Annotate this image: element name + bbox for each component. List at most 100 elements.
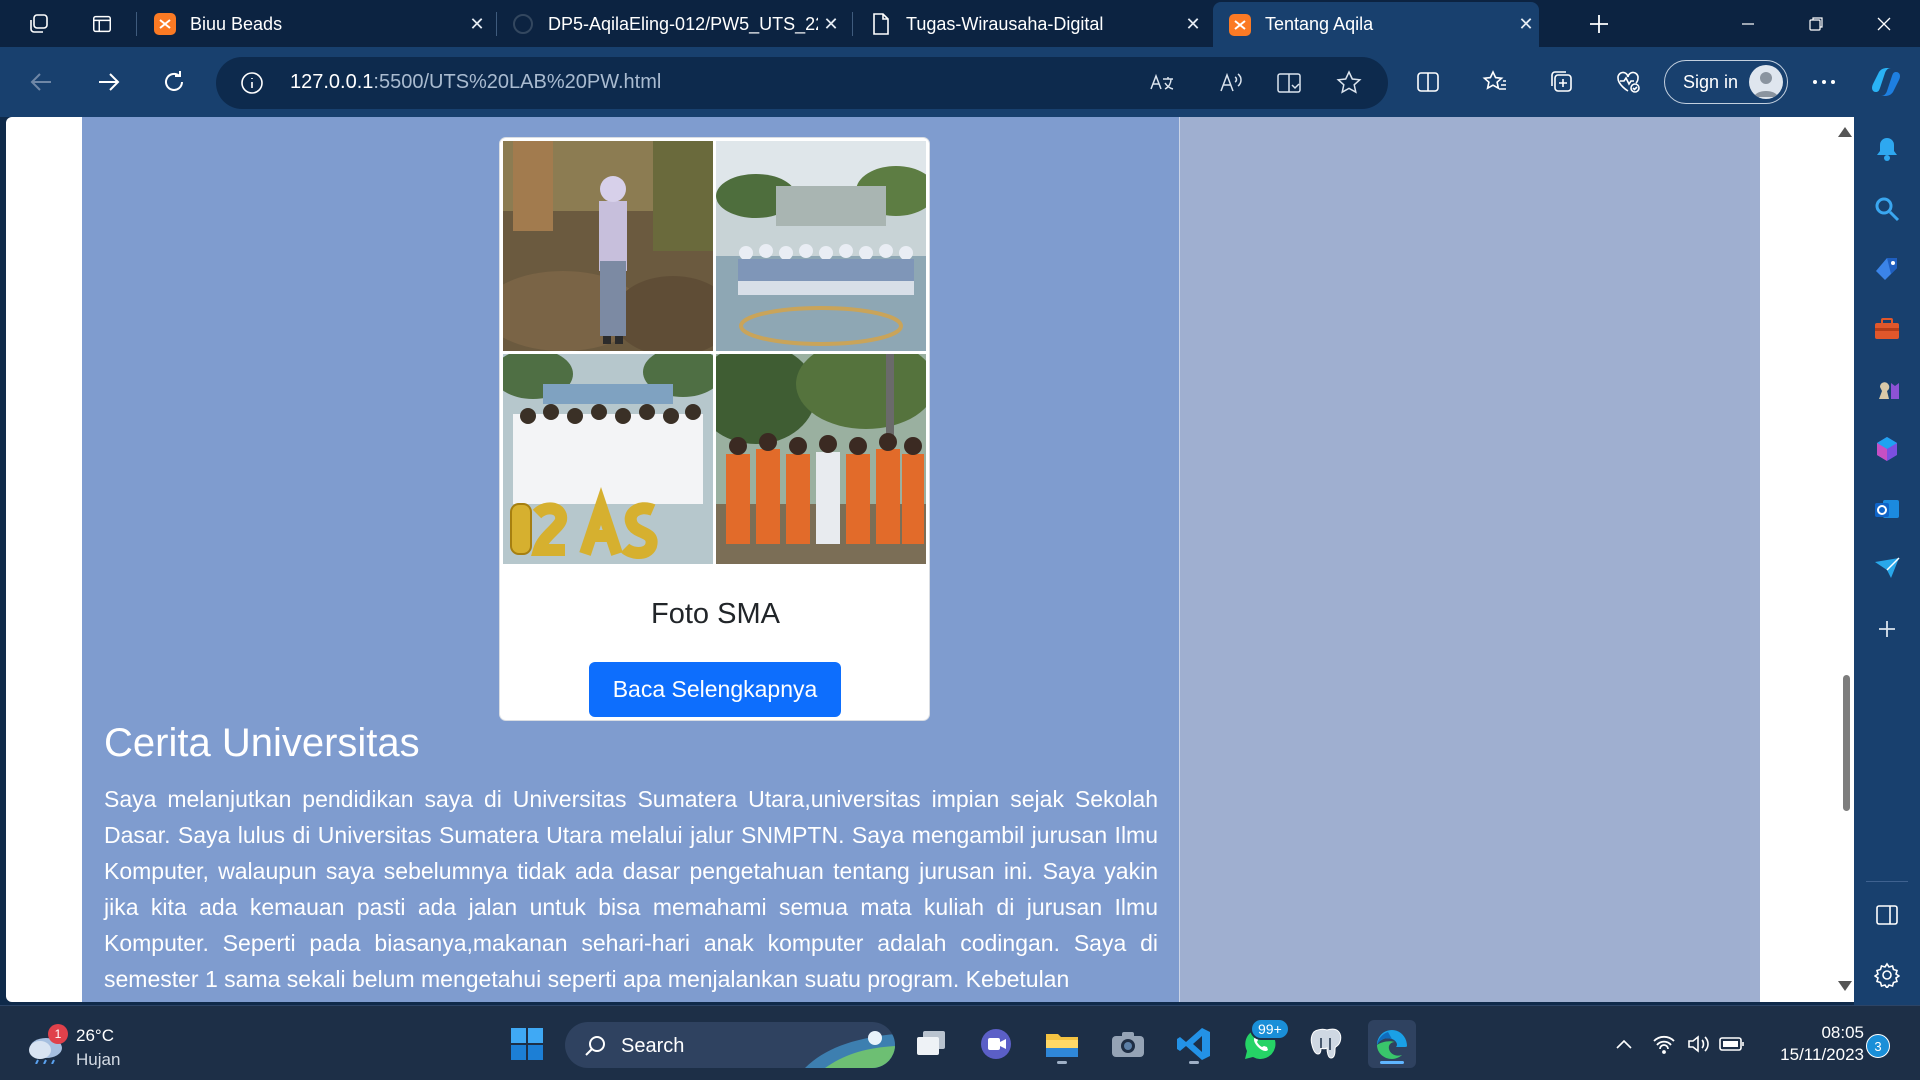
section-heading: Cerita Universitas [104,721,420,765]
weather-widget[interactable]: 1 26°C Hujan [26,1022,146,1070]
postgresql-icon[interactable] [1302,1020,1350,1068]
hide-sidebar-icon[interactable] [1871,899,1903,931]
card-title: Foto SMA [651,598,780,630]
url-text: 127.0.0.1:5500/UTS%20LAB%20PW.html [290,71,662,93]
photo-graduation-balloons[interactable] [503,354,713,564]
web-page-viewport: Foto SMA Baca Selengkapnya Cerita Univer… [6,117,1854,1002]
photo-girl-standing[interactable] [503,141,713,351]
add-sidebar-app-icon[interactable] [1871,613,1903,645]
settings-gear-icon[interactable] [1871,959,1903,991]
collections-icon[interactable] [1542,62,1582,102]
browser-toolbar: 127.0.0.1:5500/UTS%20LAB%20PW.html Sign … [0,47,1920,117]
windows-taskbar: 1 26°C Hujan Search 99+ 08:05 15/11/2023… [0,1005,1920,1080]
scrollbar-thumb[interactable] [1843,675,1850,811]
tab-actions-icon[interactable] [87,9,117,39]
minimize-icon[interactable] [1714,0,1782,47]
address-bar[interactable]: 127.0.0.1:5500/UTS%20LAB%20PW.html [216,57,1388,109]
foto-sma-card: Foto SMA Baca Selengkapnya [499,137,930,721]
start-windows-icon[interactable] [503,1020,551,1068]
browser-essentials-icon[interactable] [1608,62,1648,102]
file-explorer-icon[interactable] [1038,1020,1086,1068]
volume-icon[interactable] [1684,1030,1712,1058]
page-content: Foto SMA Baca Selengkapnya Cerita Univer… [82,117,1179,1002]
site-info-icon[interactable] [240,71,264,100]
battery-icon[interactable] [1718,1030,1746,1058]
translate-icon[interactable] [1148,71,1176,100]
tab-github[interactable]: DP5-AqilaEling-012/PW5_UTS_22 ✕ [508,4,844,44]
tools-icon[interactable] [1871,313,1903,345]
close-icon[interactable]: ✕ [1180,14,1206,35]
xampp-icon [1229,13,1251,36]
clock-date: 15/11/2023 [1780,1045,1864,1064]
copilot-icon[interactable] [1866,62,1906,102]
github-icon [512,13,534,35]
whatsapp-unread-badge: 99+ [1250,1018,1290,1040]
sidebar-divider [1866,881,1908,882]
read-aloud-icon[interactable] [1218,71,1244,100]
edge-browser-icon[interactable] [1368,1020,1416,1068]
tab-tentang-aqila[interactable]: Tentang Aqila ✕ [1213,2,1539,47]
scroll-up-icon[interactable] [1838,127,1852,137]
tab-title: Tugas-Wirausaha-Digital [906,13,1104,34]
teams-chat-icon[interactable] [972,1020,1020,1068]
wifi-icon[interactable] [1650,1030,1678,1058]
restore-icon[interactable] [1782,0,1850,47]
shopping-tag-icon[interactable] [1871,253,1903,285]
running-indicator [1057,1061,1067,1064]
new-tab-icon[interactable] [1584,9,1614,39]
photo-class-court[interactable] [716,141,926,351]
weather-condition: Hujan [76,1050,121,1069]
tab-tugas[interactable]: Tugas-Wirausaha-Digital ✕ [866,4,1206,44]
refresh-icon[interactable] [154,62,194,102]
notification-count-badge[interactable]: 3 [1866,1034,1890,1058]
more-options-icon[interactable] [1804,62,1844,102]
task-view-icon[interactable] [907,1020,955,1068]
scroll-down-icon[interactable] [1838,981,1852,991]
document-icon [870,13,892,35]
photo-orange-uniforms[interactable] [716,354,926,564]
telegram-send-icon[interactable] [1871,553,1903,585]
running-indicator [1380,1061,1404,1064]
photo-grid [503,141,926,564]
search-icon[interactable] [1871,193,1903,225]
favorite-star-icon[interactable] [1336,70,1362,101]
close-icon[interactable]: ✕ [1513,14,1539,35]
clock-time: 08:05 [1821,1023,1864,1042]
tab-title: Biuu Beads [190,13,283,34]
running-indicator [1189,1061,1199,1064]
close-icon[interactable]: ✕ [818,14,844,35]
close-icon[interactable]: ✕ [464,14,490,35]
system-clock[interactable]: 08:05 15/11/2023 [1764,1022,1864,1066]
tab-biuu-beads[interactable]: Biuu Beads ✕ [150,4,490,44]
search-highlight-illustration-icon [805,1031,895,1068]
sign-in-button[interactable]: Sign in [1664,60,1788,104]
immersive-reader-icon[interactable] [1276,71,1302,100]
workspaces-icon[interactable] [24,9,54,39]
section-paragraph: Saya melanjutkan pendidikan saya di Univ… [104,786,1158,992]
notification-bell-icon[interactable] [1871,133,1903,165]
profile-avatar-icon [1749,65,1783,99]
split-screen-icon[interactable] [1408,62,1448,102]
vertical-scrollbar[interactable] [1836,117,1854,1002]
favorites-icon[interactable] [1475,62,1515,102]
tab-title: DP5-AqilaEling-012/PW5_UTS_22 [548,13,818,34]
forward-icon[interactable] [88,62,128,102]
games-icon[interactable] [1871,373,1903,405]
tab-strip: Biuu Beads ✕ DP5-AqilaEling-012/PW5_UTS_… [0,0,1920,47]
show-hidden-icons-icon[interactable] [1610,1030,1638,1058]
xampp-icon [154,13,176,35]
back-icon[interactable] [22,62,62,102]
vscode-icon[interactable] [1170,1020,1218,1068]
read-more-button[interactable]: Baca Selengkapnya [589,662,841,717]
search-label: Search [621,1035,685,1057]
camera-icon[interactable] [1104,1020,1152,1068]
close-window-icon[interactable] [1850,0,1918,47]
search-icon [585,1036,605,1056]
sign-in-label: Sign in [1683,71,1739,92]
side-column [1180,117,1760,1002]
tab-title: Tentang Aqila [1265,14,1374,34]
taskbar-search-box[interactable]: Search [565,1022,895,1068]
edge-sidebar [1854,117,1920,1005]
outlook-icon[interactable] [1871,493,1903,525]
microsoft-365-icon[interactable] [1871,433,1903,465]
